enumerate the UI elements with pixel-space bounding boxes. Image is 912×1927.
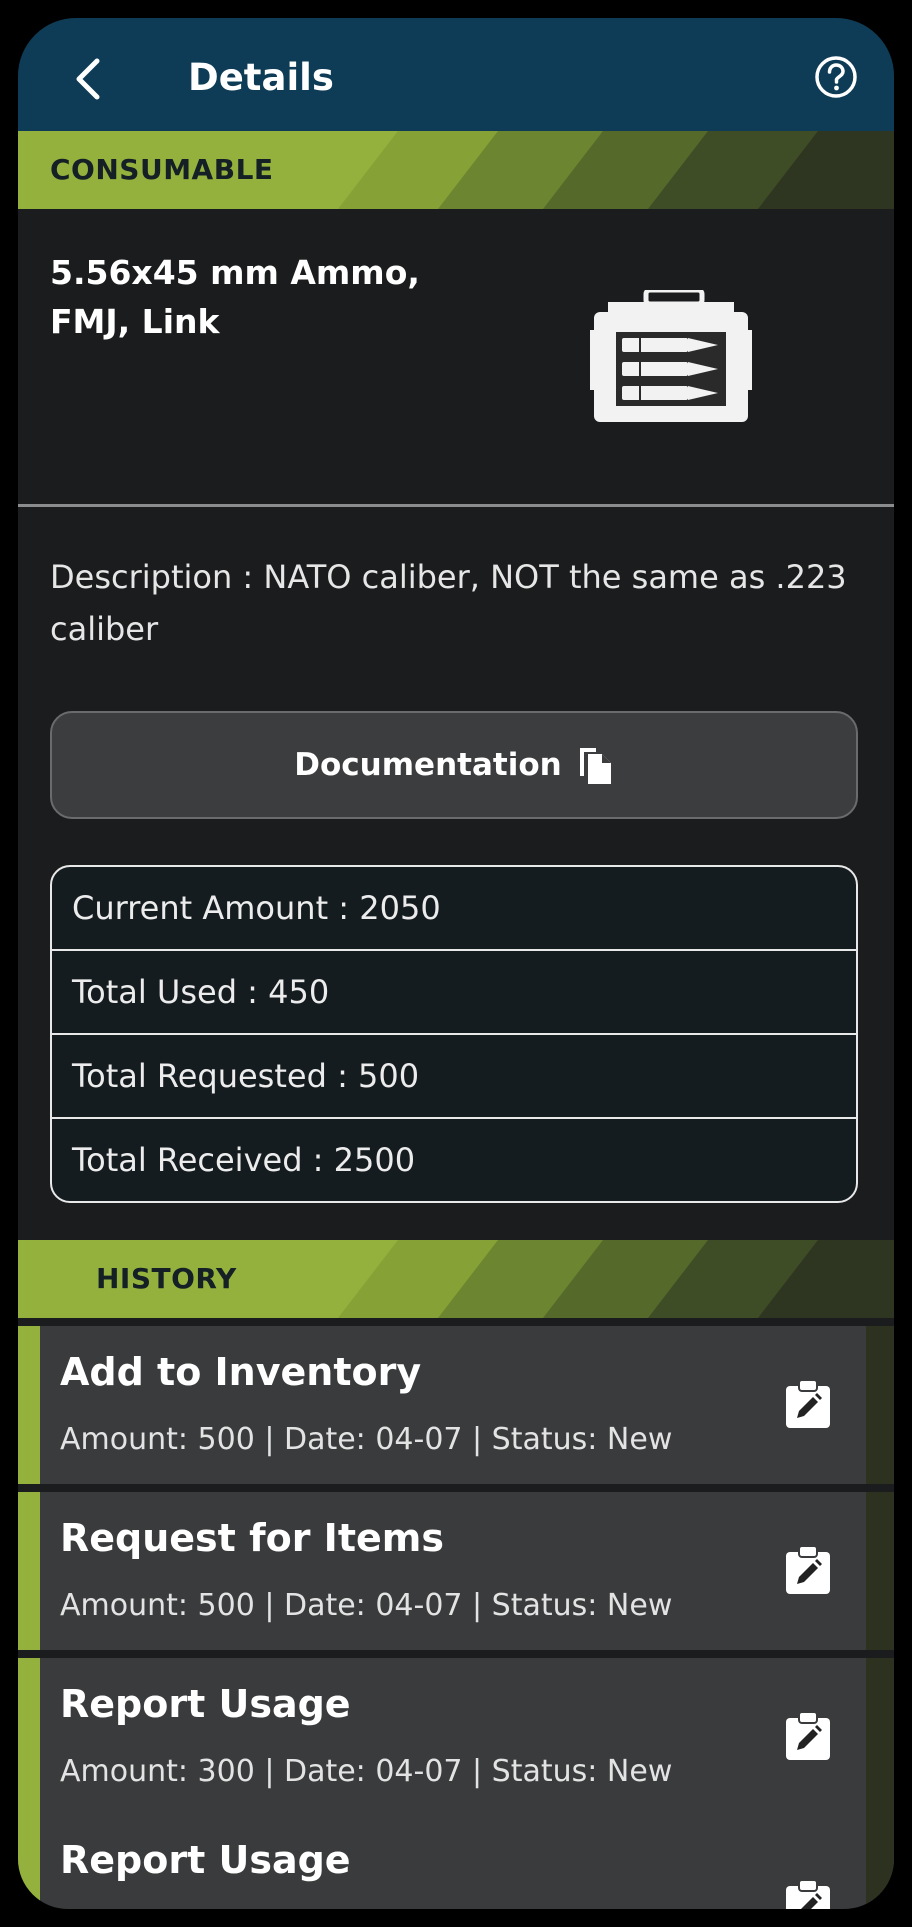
history-item-title: Report Usage (60, 1838, 351, 1882)
product-name: 5.56x45 mm Ammo, FMJ, Link (50, 248, 470, 346)
card-edge (866, 1326, 894, 1484)
card-edge (866, 1814, 894, 1909)
back-button[interactable] (60, 51, 116, 107)
card-edge (866, 1492, 894, 1650)
history-item-title: Add to Inventory (60, 1350, 422, 1394)
page-title: Details (188, 56, 334, 99)
documentation-label: Documentation (294, 747, 562, 783)
app-header: Details (18, 18, 894, 131)
category-banner: CONSUMABLE (18, 131, 894, 209)
device-frame: Details CONSUMABLE 5.56x45 mm Ammo, FMJ,… (0, 0, 912, 1927)
stat-total-used: Total Used : 450 (52, 951, 856, 1035)
product-name-line2: FMJ, Link (50, 302, 220, 341)
history-banner: HISTORY (18, 1240, 894, 1318)
edit-button[interactable] (784, 1544, 832, 1596)
item-description: Description : NATO caliber, NOT the same… (50, 558, 847, 648)
help-button[interactable] (814, 55, 858, 99)
history-item[interactable]: Add to Inventory Amount: 500 | Date: 04-… (18, 1326, 894, 1484)
card-edge (866, 1658, 894, 1816)
history-item-meta: Amount: 500 | Date: 04-07 | Status: New (60, 1422, 673, 1457)
stats-table: Current Amount : 2050 Total Used : 450 T… (50, 865, 858, 1203)
edit-clipboard-icon (786, 1711, 830, 1760)
edit-button[interactable] (784, 1878, 832, 1909)
app-screen: Details CONSUMABLE 5.56x45 mm Ammo, FMJ,… (18, 18, 894, 1909)
ammo-crate-icon (590, 287, 752, 428)
card-accent (18, 1658, 40, 1816)
stat-current-amount: Current Amount : 2050 (52, 867, 856, 951)
history-label: HISTORY (96, 1262, 237, 1295)
edit-button[interactable] (784, 1378, 832, 1430)
history-item-meta: Amount: 500 | Date: 04-07 | Status: New (60, 1588, 673, 1623)
edit-clipboard-icon (786, 1879, 830, 1909)
section-divider (18, 504, 894, 507)
history-item[interactable]: Request for Items Amount: 500 | Date: 04… (18, 1492, 894, 1650)
history-item-title: Report Usage (60, 1682, 351, 1726)
edit-button[interactable] (784, 1710, 832, 1762)
history-item-meta: Amount: 300 | Date: 04-07 | Status: New (60, 1754, 673, 1789)
card-accent (18, 1492, 40, 1650)
history-item-title: Request for Items (60, 1516, 444, 1560)
product-name-line1: 5.56x45 mm Ammo, (50, 253, 420, 292)
category-label: CONSUMABLE (50, 153, 274, 186)
card-accent (18, 1814, 40, 1909)
document-copy-icon (579, 748, 611, 784)
chevron-left-icon (76, 58, 100, 100)
history-item[interactable]: Report Usage (18, 1814, 894, 1909)
card-accent (18, 1326, 40, 1484)
edit-clipboard-icon (786, 1545, 830, 1594)
edit-clipboard-icon (786, 1379, 830, 1428)
documentation-button[interactable]: Documentation (50, 711, 858, 819)
stat-total-received: Total Received : 2500 (72, 1141, 416, 1179)
help-circle-icon (815, 56, 857, 98)
stat-total-requested: Total Requested : 500 (52, 1035, 856, 1119)
history-item[interactable]: Report Usage Amount: 300 | Date: 04-07 |… (18, 1658, 894, 1816)
